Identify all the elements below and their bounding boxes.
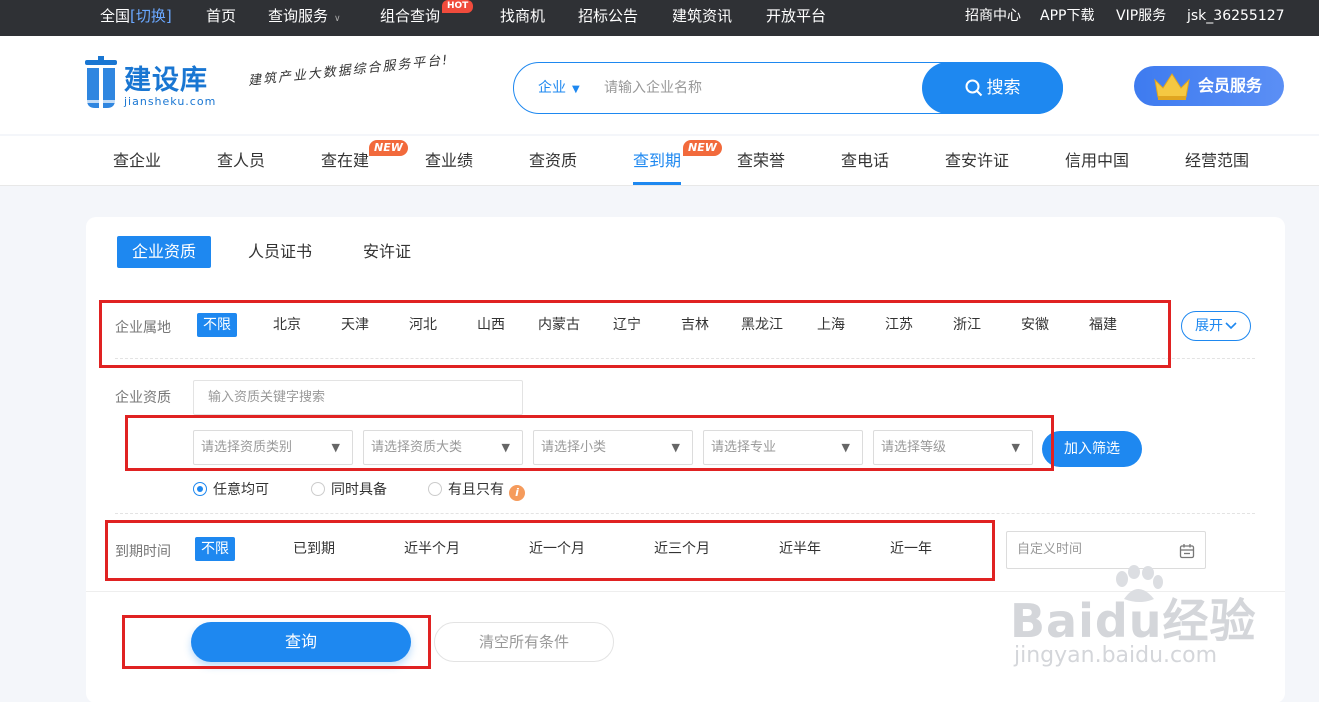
tab-expiry[interactable]: 查到期 bbox=[633, 136, 681, 186]
region-switch-link[interactable]: [切换] bbox=[130, 7, 172, 25]
chevron-down-icon: ∨ bbox=[334, 14, 341, 24]
topnav-home[interactable]: 首页 bbox=[206, 0, 236, 36]
logo-domain: jiansheku.com bbox=[124, 95, 217, 108]
hot-badge: HOT bbox=[442, 0, 474, 13]
expand-label: 展开 bbox=[1195, 318, 1223, 334]
add-filter-button[interactable]: 加入筛选 bbox=[1042, 431, 1142, 467]
tab-business-scope[interactable]: 经营范围 bbox=[1185, 136, 1249, 186]
topnav-vip[interactable]: VIP服务 bbox=[1116, 0, 1166, 36]
new-badge: NEW bbox=[683, 140, 722, 156]
crown-icon bbox=[1154, 73, 1190, 100]
logo-text[interactable]: 建设库 bbox=[124, 58, 208, 97]
caret-down-icon: ▼ bbox=[572, 84, 580, 95]
divider bbox=[115, 513, 1255, 514]
topnav-app-download[interactable]: APP下载 bbox=[1040, 0, 1094, 36]
region-label: 全国 bbox=[100, 7, 131, 25]
tab-safety-license[interactable]: 查安许证 bbox=[945, 136, 1009, 186]
topnav-query-service-label: 查询服务 bbox=[268, 7, 329, 25]
qualification-filter-label: 企业资质 bbox=[115, 390, 171, 406]
search-type-select[interactable]: 企业 ▼ bbox=[538, 63, 580, 115]
radio-label: 有且只有 bbox=[448, 482, 504, 498]
search-input[interactable] bbox=[604, 75, 904, 101]
tab-performance[interactable]: 查业绩 bbox=[425, 136, 473, 186]
vip-service-button[interactable]: 会员服务 bbox=[1134, 66, 1284, 106]
subtab-personnel-certificate[interactable]: 人员证书 bbox=[233, 236, 327, 268]
topnav-query-service[interactable]: 查询服务 ∨ bbox=[268, 0, 341, 36]
watermark-url: jingyan.baidu.com bbox=[1014, 643, 1218, 668]
search-icon bbox=[965, 79, 982, 97]
chevron-down-icon bbox=[1225, 322, 1237, 330]
header: 建设库 jiansheku.com 建筑产业大数据综合服务平台! 企业▼ 搜索 … bbox=[0, 36, 1319, 134]
expand-button[interactable]: 展开 bbox=[1181, 311, 1251, 341]
radio-dot bbox=[311, 482, 325, 496]
top-bar: 全国[切换] 首页 查询服务 ∨ 组合查询 HOT 找商机 招标公告 建筑资讯 开… bbox=[0, 0, 1319, 36]
topnav-opportunities[interactable]: 找商机 bbox=[500, 0, 545, 36]
region-switch[interactable]: 全国[切换] bbox=[100, 0, 172, 36]
search-type-label: 企业 bbox=[538, 80, 566, 96]
slogan: 建筑产业大数据综合服务平台! bbox=[247, 52, 451, 89]
tab-credit-china[interactable]: 信用中国 bbox=[1065, 136, 1129, 186]
search-button-label: 搜索 bbox=[986, 78, 1021, 98]
baidu-watermark: Baidu经验 jingyan.baidu.com bbox=[1010, 565, 1270, 675]
clear-all-button[interactable]: 清空所有条件 bbox=[434, 622, 614, 662]
radio-label: 任意均可 bbox=[213, 482, 269, 498]
radio-dot bbox=[428, 482, 442, 496]
custom-time-input[interactable]: 自定义时间 bbox=[1006, 531, 1206, 569]
radio-dot bbox=[193, 482, 207, 496]
topnav-news[interactable]: 建筑资讯 bbox=[672, 0, 732, 36]
highlight-box-region bbox=[99, 300, 1171, 368]
main-nav: 查企业 查人员 查在建 NEW 查业绩 查资质 查到期 NEW 查荣誉 查电话 … bbox=[0, 136, 1319, 186]
radio-only[interactable]: 有且只有 i bbox=[428, 480, 525, 501]
info-icon[interactable]: i bbox=[509, 485, 525, 501]
tab-qualification[interactable]: 查资质 bbox=[529, 136, 577, 186]
user-account[interactable]: jsk_36255127 bbox=[1187, 0, 1285, 36]
topnav-investment[interactable]: 招商中心 bbox=[965, 0, 1021, 36]
calendar-icon bbox=[1179, 544, 1195, 559]
topnav-open-platform[interactable]: 开放平台 bbox=[766, 0, 826, 36]
radio-label: 同时具备 bbox=[331, 482, 387, 498]
radio-all[interactable]: 同时具备 bbox=[311, 480, 387, 500]
tab-honors[interactable]: 查荣誉 bbox=[737, 136, 785, 186]
search-bar: 企业 ▼ 搜索 bbox=[513, 62, 1063, 114]
watermark-title: Baidu经验 bbox=[1010, 594, 1257, 648]
topnav-tenders[interactable]: 招标公告 bbox=[578, 0, 638, 36]
tab-under-construction[interactable]: 查在建 bbox=[321, 136, 369, 186]
highlight-box-query bbox=[122, 615, 431, 669]
vip-service-label: 会员服务 bbox=[1198, 76, 1263, 95]
highlight-box-expiry bbox=[105, 520, 995, 581]
search-button[interactable]: 搜索 bbox=[922, 62, 1063, 114]
radio-any[interactable]: 任意均可 bbox=[193, 480, 269, 500]
logo-icon[interactable] bbox=[83, 56, 119, 110]
tab-personnel[interactable]: 查人员 bbox=[217, 136, 265, 186]
subtab-safety-license[interactable]: 安许证 bbox=[348, 236, 426, 268]
tab-phone[interactable]: 查电话 bbox=[841, 136, 889, 186]
topnav-combo-query[interactable]: 组合查询 bbox=[380, 0, 440, 36]
highlight-box-qualification bbox=[125, 415, 1054, 471]
new-badge: NEW bbox=[369, 140, 408, 156]
tab-company[interactable]: 查企业 bbox=[113, 136, 161, 186]
active-tab-indicator bbox=[633, 182, 681, 185]
subtab-company-qualification[interactable]: 企业资质 bbox=[117, 236, 212, 268]
custom-time-placeholder: 自定义时间 bbox=[1017, 542, 1083, 557]
qualification-keyword-input[interactable] bbox=[193, 380, 523, 415]
